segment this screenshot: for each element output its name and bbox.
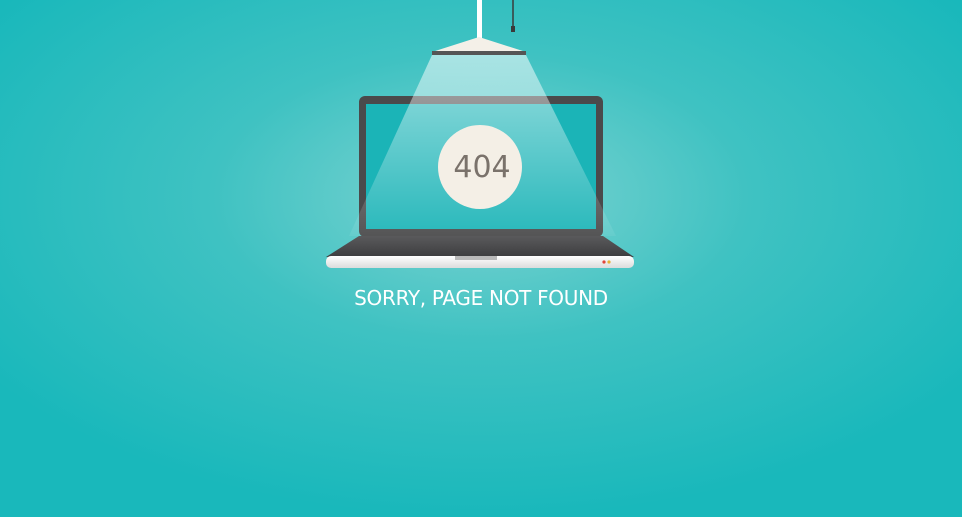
error-page: 404 SORRY, PAGE NOT FOUND: [0, 0, 962, 517]
laptop-notch: [455, 256, 497, 260]
laptop-base: [326, 236, 634, 257]
laptop-indicator-light: [602, 260, 606, 264]
error-message: SORRY, PAGE NOT FOUND: [354, 286, 608, 310]
error-illustration: [0, 0, 962, 517]
error-code: 404: [453, 150, 511, 185]
laptop-indicator-light: [607, 260, 611, 264]
